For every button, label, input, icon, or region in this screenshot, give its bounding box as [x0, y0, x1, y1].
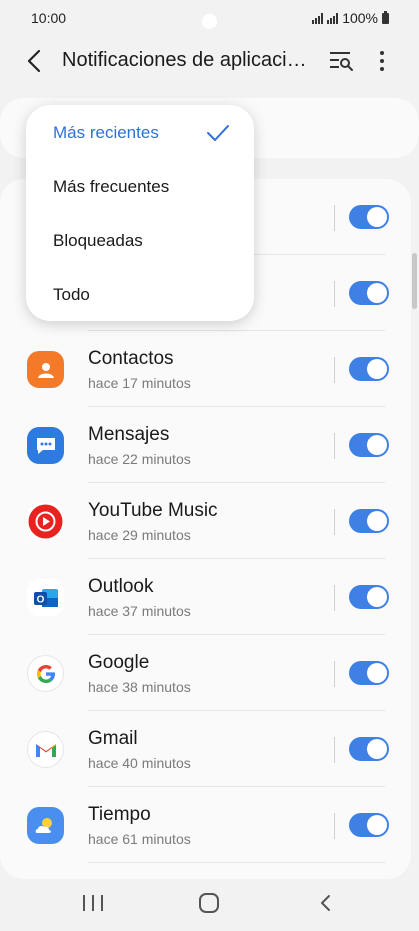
nav-back-icon[interactable] — [316, 893, 336, 913]
list-item-youtube-music[interactable]: YouTube Music hace 29 minutos — [0, 483, 411, 559]
sort-dropdown-menu: Más recientes Más frecuentes Bloqueadas … — [26, 105, 254, 321]
app-time: hace 22 minutos — [88, 451, 191, 467]
toggle-switch[interactable] — [349, 281, 389, 305]
status-bar: 10:00 100% — [0, 0, 419, 38]
app-time: hace 29 minutos — [88, 527, 191, 543]
page-title: Notificaciones de aplicaciones — [62, 49, 314, 71]
toggle-switch[interactable] — [349, 205, 389, 229]
list-item-outlook[interactable]: O Outlook hace 37 minutos — [0, 559, 411, 635]
row-divider — [334, 205, 335, 231]
front-camera — [202, 14, 217, 29]
battery-icon — [382, 10, 389, 24]
app-time: hace 17 minutos — [88, 375, 191, 391]
more-options-icon[interactable] — [372, 49, 392, 73]
app-name: Tiempo — [88, 804, 151, 825]
menu-item-recent[interactable]: Más recientes — [53, 123, 159, 143]
app-name: Google — [88, 652, 150, 673]
youtube-music-icon — [27, 503, 64, 540]
menu-item-frequent[interactable]: Más frecuentes — [53, 177, 169, 197]
menu-item-all[interactable]: Todo — [53, 285, 90, 305]
row-divider — [334, 281, 335, 307]
navigation-bar — [0, 875, 419, 931]
status-time: 10:00 — [31, 10, 67, 26]
outlook-icon: O — [27, 579, 64, 616]
toggle-switch[interactable] — [349, 661, 389, 685]
checkmark-icon — [207, 125, 229, 141]
app-name: Contactos — [88, 348, 174, 369]
messages-icon — [27, 427, 64, 464]
signal-icon-2 — [327, 12, 339, 24]
status-indicators: 100% — [312, 10, 389, 26]
filter-search-icon[interactable] — [328, 50, 354, 72]
app-name: YouTube Music — [88, 500, 218, 521]
list-item-weather[interactable]: Tiempo hace 61 minutos — [0, 787, 411, 863]
toggle-switch[interactable] — [349, 737, 389, 761]
google-icon — [27, 655, 64, 692]
weather-icon — [27, 807, 64, 844]
home-icon[interactable] — [199, 893, 219, 913]
app-name: Outlook — [88, 576, 154, 597]
app-bar: Notificaciones de aplicaciones — [0, 38, 419, 84]
back-arrow-icon[interactable] — [22, 48, 48, 74]
battery-percent: 100% — [342, 10, 378, 26]
app-time: hace 40 minutos — [88, 755, 191, 771]
menu-item-blocked[interactable]: Bloqueadas — [53, 231, 143, 251]
toggle-switch[interactable] — [349, 813, 389, 837]
toggle-switch[interactable] — [349, 433, 389, 457]
toggle-switch[interactable] — [349, 585, 389, 609]
contacts-icon — [27, 351, 64, 388]
app-time: hace 38 minutos — [88, 679, 191, 695]
toggle-switch[interactable] — [349, 357, 389, 381]
list-item-contacts[interactable]: Contactos hace 17 minutos — [0, 331, 411, 407]
scrollbar[interactable] — [412, 253, 417, 309]
recent-apps-icon[interactable] — [83, 895, 103, 911]
app-time: hace 61 minutos — [88, 831, 191, 847]
toggle-switch[interactable] — [349, 509, 389, 533]
list-item-messages[interactable]: Mensajes hace 22 minutos — [0, 407, 411, 483]
app-name: Mensajes — [88, 424, 170, 445]
list-item-google[interactable]: Google hace 38 minutos — [0, 635, 411, 711]
signal-icon — [312, 12, 324, 24]
gmail-icon — [27, 731, 64, 768]
app-time: hace 37 minutos — [88, 603, 191, 619]
svg-text:O: O — [36, 594, 44, 605]
app-name: Gmail — [88, 728, 138, 749]
list-item-gmail[interactable]: Gmail hace 40 minutos — [0, 711, 411, 787]
